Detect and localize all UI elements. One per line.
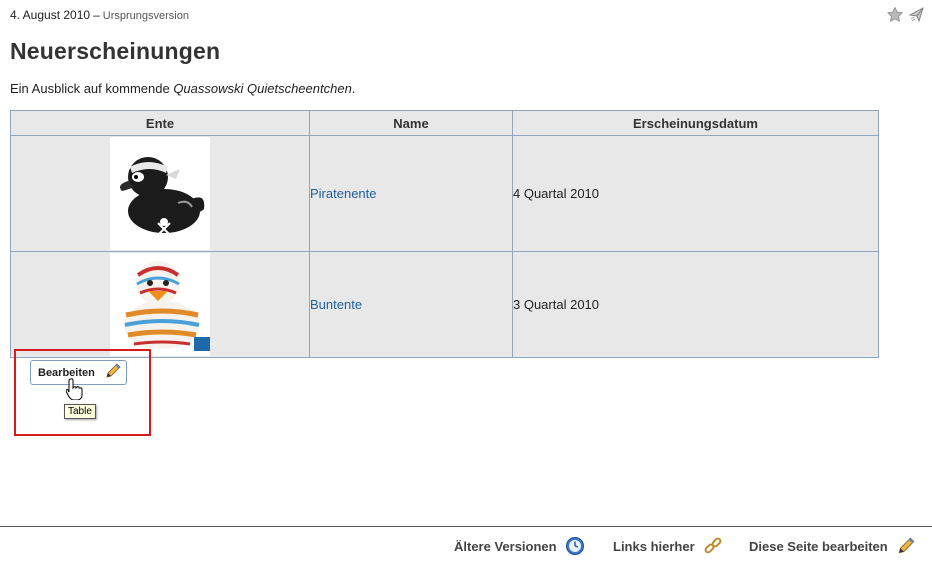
chain-link-icon	[703, 536, 723, 556]
revision-version-label: Ursprungsversion	[102, 10, 189, 22]
striped-duck-image[interactable]	[110, 253, 210, 356]
image-cell	[10, 251, 310, 358]
name-cell: Buntente	[309, 251, 513, 358]
edit-page-label: Diese Seite bearbeiten	[749, 538, 888, 554]
star-icon[interactable]	[886, 6, 904, 24]
feed-icon[interactable]	[908, 6, 926, 24]
duck-name-link[interactable]: Buntente	[310, 297, 362, 312]
page-actions	[886, 6, 926, 24]
column-header-name: Name	[309, 110, 513, 136]
table-row: Buntente 3 Quartal 2010	[10, 251, 879, 358]
footer-bar: Ältere Versionen Links hierher Diese Sei…	[0, 527, 932, 564]
release-date-cell: 3 Quartal 2010	[512, 251, 879, 358]
hand-cursor-icon	[65, 378, 84, 405]
table-row: Piratenente 4 Quartal 2010	[10, 135, 879, 252]
intro-text: Ein Ausblick auf kommende Quassowski Qui…	[10, 81, 355, 96]
release-date-cell: 4 Quartal 2010	[512, 135, 879, 252]
intro-lead: Ein Ausblick auf kommende	[10, 81, 174, 96]
intro-product-name: Quassowski Quietscheentchen	[173, 81, 352, 96]
links-here-link[interactable]: Links hierher	[613, 536, 723, 556]
edit-table-button-label: Bearbeiten	[38, 366, 95, 379]
pencil-icon	[104, 362, 122, 383]
tooltip: Table	[64, 404, 96, 419]
pencil-icon	[896, 536, 916, 556]
edit-page-link[interactable]: Diese Seite bearbeiten	[749, 536, 916, 556]
column-header-ente: Ente	[10, 110, 310, 136]
older-versions-link[interactable]: Ältere Versionen	[454, 536, 585, 556]
releases-table: Ente Name Erscheinungsdatum Piratenente …	[10, 110, 879, 358]
page-title: Neuerscheinungen	[10, 38, 221, 64]
pirate-duck-image[interactable]	[110, 137, 210, 250]
column-header-date: Erscheinungsdatum	[512, 110, 879, 136]
revision-info: 4. August 2010– Ursprungsversion	[10, 8, 189, 22]
revision-separator: –	[93, 8, 100, 22]
duck-name-link[interactable]: Piratenente	[310, 186, 377, 201]
image-cell	[10, 135, 310, 252]
links-here-label: Links hierher	[613, 538, 695, 554]
name-cell: Piratenente	[309, 135, 513, 252]
clock-icon	[565, 536, 585, 556]
revision-date: 4. August 2010	[10, 8, 91, 22]
intro-period: .	[351, 81, 356, 96]
table-header-row: Ente Name Erscheinungsdatum	[10, 110, 879, 136]
older-versions-label: Ältere Versionen	[454, 538, 557, 554]
